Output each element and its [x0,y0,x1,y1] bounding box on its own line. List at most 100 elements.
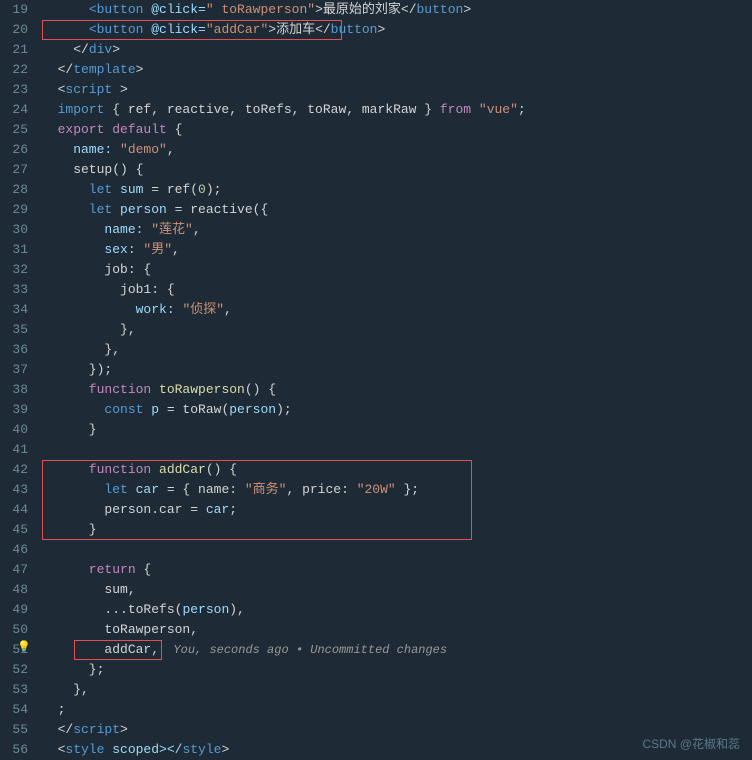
line-content: name: "莲花", [38,220,752,240]
line-number: 41 [0,440,38,460]
line-content: person.car = car; [38,500,752,520]
line-number: 50 [0,620,38,640]
code-line: 52 }; [0,660,752,680]
code-line: 31 sex: "男", [0,240,752,260]
line-content: } [38,420,752,440]
line-number: 33 [0,280,38,300]
code-line: 33 job1: { [0,280,752,300]
line-number: 31 [0,240,38,260]
line-content: <script > [38,80,752,100]
line-content: import { ref, reactive, toRefs, toRaw, m… [38,100,752,120]
code-line: 21 </div> [0,40,752,60]
watermark: CSDN @花椒和蕊 [642,735,740,752]
line-content: }, [38,340,752,360]
line-number: 44 [0,500,38,520]
line-content: sex: "男", [38,240,752,260]
line-content: </template> [38,60,752,80]
line-number: 25 [0,120,38,140]
code-line: 54 ; [0,700,752,720]
code-line: 44 person.car = car; [0,500,752,520]
code-line: 23 <script > [0,80,752,100]
code-line: 50 toRawperson, [0,620,752,640]
lines-container: 19 <button @click=" toRawperson">最原始的刘家<… [0,0,752,760]
code-line: 34 work: "侦探", [0,300,752,320]
line-number: 20 [0,20,38,40]
line-number: 26 [0,140,38,160]
line-content: const p = toRaw(person); [38,400,752,420]
line-content: let sum = ref(0); [38,180,752,200]
line-number: 47 [0,560,38,580]
line-number: 30 [0,220,38,240]
line-number: 45 [0,520,38,540]
line-number: 43 [0,480,38,500]
code-line: 27 setup() { [0,160,752,180]
code-line: 41 [0,440,752,460]
line-number: 34 [0,300,38,320]
line-number: 37 [0,360,38,380]
line-content: function addCar() { [38,460,752,480]
code-line: 26 name: "demo", [0,140,752,160]
code-line: 42 function addCar() { [0,460,752,480]
line-number: 21 [0,40,38,60]
code-line: 24 import { ref, reactive, toRefs, toRaw… [0,100,752,120]
line-content: function toRawperson() { [38,380,752,400]
line-number: 55 [0,720,38,740]
line-number: 35 [0,320,38,340]
line-content: <button @click="addCar">添加车</button> [38,20,752,40]
line-number: 48 [0,580,38,600]
line-content: let car = { name: "商务", price: "20W" }; [38,480,752,500]
line-content: name: "demo", [38,140,752,160]
code-line: 47 return { [0,560,752,580]
line-content: return { [38,560,752,580]
line-number: 42 [0,460,38,480]
code-line: 56 <style scoped></style> [0,740,752,760]
code-line: 25 export default { [0,120,752,140]
line-number: 29 [0,200,38,220]
line-number: 28 [0,180,38,200]
line-number: 54 [0,700,38,720]
line-number: 38 [0,380,38,400]
line-number: 36 [0,340,38,360]
code-line: 29 let person = reactive({ [0,200,752,220]
code-line: 49 ...toRefs(person), [0,600,752,620]
line-number: 40 [0,420,38,440]
line-number: 39 [0,400,38,420]
code-line: 40 } [0,420,752,440]
line-content: sum, [38,580,752,600]
line-content: job: { [38,260,752,280]
line-content: }); [38,360,752,380]
line-content: toRawperson, [38,620,752,640]
line-content: setup() { [38,160,752,180]
code-line: 22 </template> [0,60,752,80]
line-content: addCar, You, seconds ago • Uncommitted c… [38,640,752,660]
line-content: <button @click=" toRawperson">最原始的刘家</bu… [38,0,752,20]
code-line: 39 const p = toRaw(person); [0,400,752,420]
code-line: 35 }, [0,320,752,340]
line-number: 49 [0,600,38,620]
code-line: 36 }, [0,340,752,360]
code-line: 45 } [0,520,752,540]
line-content: ; [38,700,752,720]
line-number: 22 [0,60,38,80]
code-line: 53 }, [0,680,752,700]
line-number: 52 [0,660,38,680]
code-line: 43 let car = { name: "商务", price: "20W" … [0,480,752,500]
line-content: ...toRefs(person), [38,600,752,620]
line-content: } [38,520,752,540]
code-line: 30 name: "莲花", [0,220,752,240]
line-content: let person = reactive({ [38,200,752,220]
line-number: 46 [0,540,38,560]
code-line: 46 [0,540,752,560]
line-content: job1: { [38,280,752,300]
line-number: 27 [0,160,38,180]
code-line: 37 }); [0,360,752,380]
code-line: 55 </script> [0,720,752,740]
line-number: 24 [0,100,38,120]
code-line: 20 <button @click="addCar">添加车</button> [0,20,752,40]
line-number: 23 [0,80,38,100]
gutter-lightbulb-icon: 💡 [16,640,32,654]
line-number: 53 [0,680,38,700]
line-content: work: "侦探", [38,300,752,320]
line-number: 32 [0,260,38,280]
code-line: 28 let sum = ref(0); [0,180,752,200]
